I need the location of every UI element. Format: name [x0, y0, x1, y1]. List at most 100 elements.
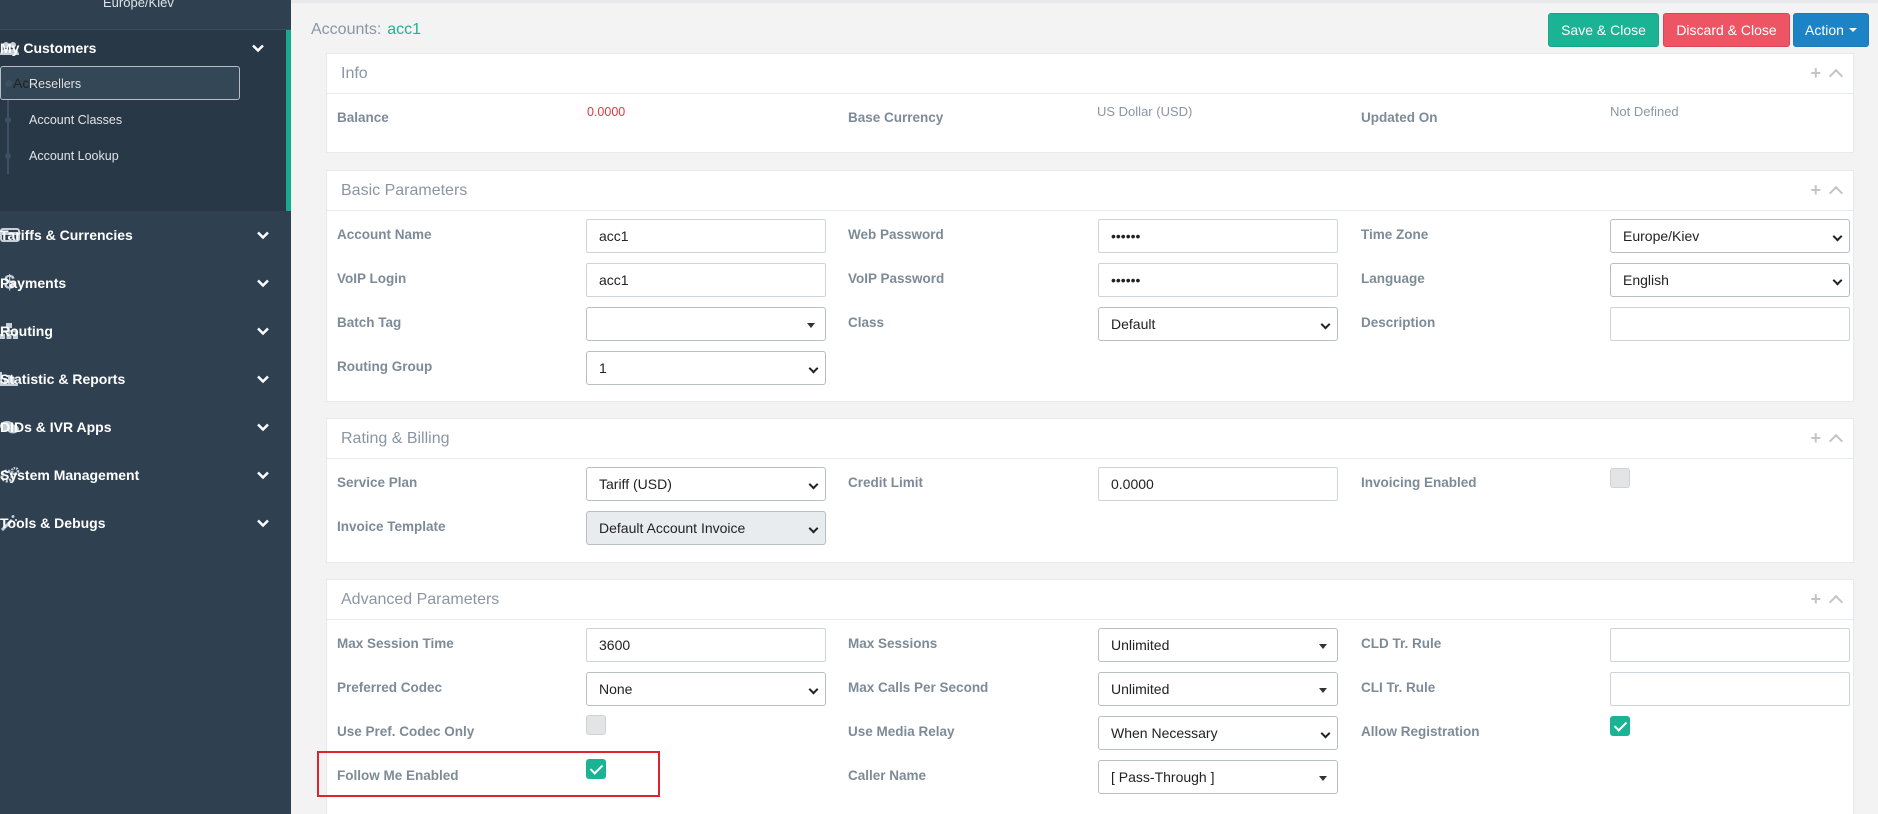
chevron-up-icon[interactable]	[1828, 185, 1844, 201]
max-cps-label: Max Calls Per Second	[848, 680, 989, 695]
chevron-up-icon[interactable]	[1828, 594, 1844, 610]
discard-close-button[interactable]: Discard & Close	[1663, 13, 1790, 47]
chevron-down-icon	[257, 372, 269, 387]
media-relay-select[interactable]: When Necessary	[1098, 716, 1338, 750]
service-plan-select[interactable]: Tariff (USD)	[586, 467, 826, 501]
credit-limit-input[interactable]: 0.0000	[1098, 467, 1338, 501]
sidebar-item-account-lookup[interactable]: Account Lookup	[0, 138, 286, 174]
chevron-down-icon	[1832, 231, 1843, 242]
sidebar-label: Account Lookup	[29, 149, 119, 163]
sidebar-label: Routing	[0, 323, 53, 339]
service-plan-label: Service Plan	[337, 475, 418, 490]
use-pref-codec-label: Use Pref. Codec Only	[337, 724, 475, 739]
panel-title: Rating & Billing	[341, 429, 450, 447]
language-select[interactable]: English	[1610, 263, 1850, 297]
language-label: Language	[1361, 271, 1425, 286]
select-value: English	[1623, 272, 1669, 288]
sidebar-item-account-classes[interactable]: Account Classes	[0, 102, 286, 138]
chevron-up-icon[interactable]	[1828, 68, 1844, 84]
sidebar-item-statistic[interactable]: Statistic & Reports	[0, 355, 291, 403]
sidebar-item-routing[interactable]: Routing	[0, 307, 291, 355]
sidebar-label: DIDs & IVR Apps	[0, 419, 112, 435]
chevron-down-icon	[808, 479, 819, 490]
voip-login-input[interactable]: acc1	[586, 263, 826, 297]
select-value: Tariff (USD)	[599, 476, 672, 492]
description-input[interactable]	[1610, 307, 1850, 341]
caret-down-icon	[1319, 776, 1327, 781]
sidebar-item-system[interactable]: System Management	[0, 451, 291, 499]
sidebar-timezone: Europe/Kiev	[103, 0, 174, 10]
max-sessions-select[interactable]: Unlimited	[1098, 628, 1338, 662]
invoice-template-select[interactable]: Default Account Invoice	[586, 511, 826, 545]
allow-registration-checkbox[interactable]	[1610, 716, 1630, 736]
updated-on-label: Updated On	[1361, 110, 1438, 125]
select-value: Europe/Kiev	[1623, 228, 1700, 244]
caller-name-label: Caller Name	[848, 768, 927, 783]
balance-value: 0.0000	[587, 105, 626, 119]
chevron-down-icon	[1832, 275, 1843, 286]
voip-login-label: VoIP Login	[337, 271, 407, 286]
plus-icon[interactable]: +	[1810, 64, 1821, 82]
chevron-down-icon	[257, 276, 269, 291]
plus-icon[interactable]: +	[1810, 429, 1821, 447]
panel-title: Info	[341, 64, 368, 82]
chevron-down-icon	[257, 516, 269, 531]
voip-password-input[interactable]: ••••••	[1098, 263, 1338, 297]
timezone-select[interactable]: Europe/Kiev	[1610, 219, 1850, 253]
routing-group-label: Routing Group	[337, 359, 433, 374]
panel-header: Advanced Parameters +	[327, 580, 1853, 620]
cld-rule-label: CLD Tr. Rule	[1361, 636, 1442, 651]
batch-tag-select[interactable]	[586, 307, 826, 341]
panel-header: Info +	[327, 54, 1853, 94]
class-label: Class	[848, 315, 885, 330]
balance-label: Balance	[337, 110, 389, 125]
account-name-label: Account Name	[337, 227, 432, 242]
breadcrumb-label: Accounts:	[311, 21, 382, 38]
caller-name-select[interactable]: [ Pass-Through ]	[1098, 760, 1338, 794]
save-close-button[interactable]: Save & Close	[1548, 13, 1659, 47]
caret-down-icon	[807, 323, 815, 328]
web-password-input[interactable]: ••••••	[1098, 219, 1338, 253]
batch-tag-label: Batch Tag	[337, 315, 402, 330]
plus-icon[interactable]: +	[1810, 181, 1821, 199]
sidebar: Europe/Kiev My Customers Accounts Resell…	[0, 0, 291, 814]
cld-rule-input[interactable]	[1610, 628, 1850, 662]
voip-password-label: VoIP Password	[848, 271, 945, 286]
cli-rule-input[interactable]	[1610, 672, 1850, 706]
sidebar-item-dids[interactable]: DIDs & IVR Apps	[0, 403, 291, 451]
max-session-time-input[interactable]: 3600	[586, 628, 826, 662]
sidebar-item-resellers[interactable]: Resellers	[0, 66, 286, 102]
select-value: Unlimited	[1111, 637, 1170, 653]
class-select[interactable]: Default	[1098, 307, 1338, 341]
allow-registration-label: Allow Registration	[1361, 724, 1480, 739]
sidebar-item-tariffs[interactable]: Tariffs & Currencies	[0, 211, 291, 259]
chevron-down-icon	[257, 324, 269, 339]
panel-title: Basic Parameters	[341, 181, 468, 199]
account-name-input[interactable]: acc1	[586, 219, 826, 253]
plus-icon[interactable]: +	[1810, 590, 1821, 608]
invoicing-enabled-checkbox[interactable]	[1610, 468, 1630, 488]
sidebar-label: Resellers	[29, 77, 82, 91]
sidebar-item-tools[interactable]: Tools & Debugs	[0, 499, 291, 547]
sidebar-item-my-customers[interactable]: My Customers	[0, 30, 286, 66]
routing-group-select[interactable]: 1	[586, 351, 826, 385]
cli-rule-label: CLI Tr. Rule	[1361, 680, 1436, 695]
sidebar-label: Payments	[0, 275, 67, 291]
select-value: None	[599, 681, 633, 697]
chevron-down-icon	[257, 468, 269, 483]
max-cps-select[interactable]: Unlimited	[1098, 672, 1338, 706]
use-pref-codec-checkbox[interactable]	[586, 715, 606, 735]
action-dropdown-button[interactable]: Action	[1793, 13, 1869, 47]
breadcrumb-account: acc1	[387, 21, 422, 38]
sidebar-label: My Customers	[0, 40, 97, 56]
sidebar-item-payments[interactable]: $ Payments	[0, 259, 291, 307]
info-panel: Info + Balance 0.0000 Base Currency US D…	[326, 53, 1854, 153]
sidebar-group-my-customers: My Customers Accounts Resellers Account …	[0, 30, 291, 211]
chevron-up-icon[interactable]	[1828, 433, 1844, 449]
basic-parameters-panel: Basic Parameters + Account Name acc1 Web…	[326, 170, 1854, 402]
preferred-codec-select[interactable]: None	[586, 672, 826, 706]
button-label: Action	[1805, 22, 1844, 38]
base-currency-label: Base Currency	[848, 110, 944, 125]
max-session-time-label: Max Session Time	[337, 636, 454, 651]
caret-down-icon	[1319, 644, 1327, 649]
